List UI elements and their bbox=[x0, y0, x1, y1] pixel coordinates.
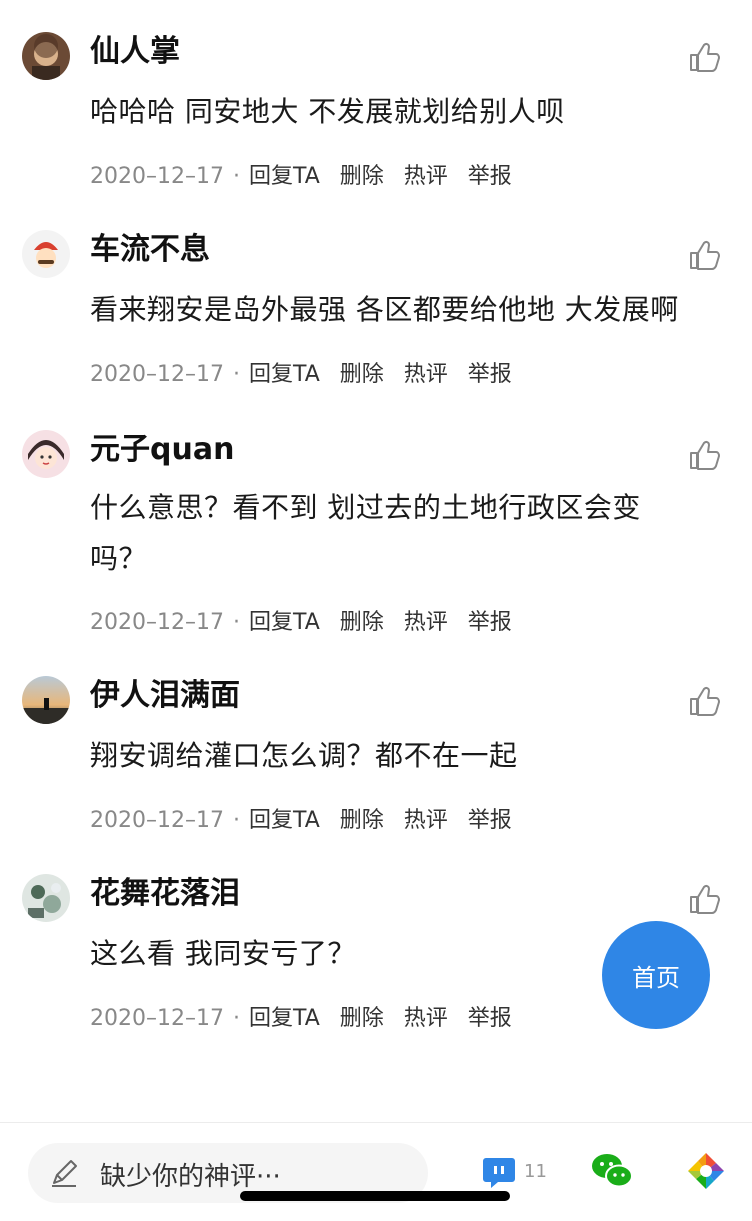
bottom-bar: 缺少你的神评··· 11 bbox=[0, 1122, 752, 1221]
report-button[interactable]: 举报 bbox=[468, 362, 512, 387]
report-button[interactable]: 举报 bbox=[468, 1006, 512, 1031]
comment-meta: 2020–12–17 · 回复TA 删除 热评 举报 bbox=[90, 360, 532, 390]
avatar[interactable] bbox=[22, 874, 70, 922]
home-button-label: 首页 bbox=[632, 963, 680, 992]
comment-text: 看来翔安是岛外最强 各区都要给他地 大发展啊 bbox=[90, 293, 679, 326]
report-button[interactable]: 举报 bbox=[468, 164, 512, 189]
reply-button[interactable]: 回复TA bbox=[249, 808, 320, 833]
avatar[interactable] bbox=[22, 230, 70, 278]
hot-comment-button[interactable]: 热评 bbox=[404, 164, 448, 189]
username[interactable]: 仙人掌 bbox=[90, 30, 180, 74]
wechat-icon[interactable] bbox=[590, 1151, 634, 1191]
reply-button[interactable]: 回复TA bbox=[249, 610, 320, 635]
avatar[interactable] bbox=[22, 430, 70, 478]
comment-date: 2020–12–17 bbox=[90, 164, 224, 189]
meta-separator: · bbox=[232, 164, 240, 189]
home-indicator bbox=[240, 1191, 510, 1201]
thumbs-up-icon[interactable] bbox=[688, 40, 722, 74]
hot-comment-button[interactable]: 热评 bbox=[404, 362, 448, 387]
comment-text: 翔安调给灌口怎么调？都不在一起 bbox=[90, 739, 518, 772]
thumbs-up-icon[interactable] bbox=[688, 882, 722, 916]
delete-button[interactable]: 删除 bbox=[340, 808, 384, 833]
hot-comment-button[interactable]: 热评 bbox=[404, 610, 448, 635]
meta-separator: · bbox=[232, 808, 240, 833]
moments-icon[interactable] bbox=[686, 1151, 726, 1191]
comments-icon[interactable] bbox=[482, 1155, 516, 1189]
comment-input-placeholder: 缺少你的神评··· bbox=[100, 1162, 281, 1192]
thumbs-up-icon[interactable] bbox=[688, 684, 722, 718]
username[interactable]: 伊人泪满面 bbox=[90, 674, 240, 718]
hot-comment-button[interactable]: 热评 bbox=[404, 808, 448, 833]
comment-meta: 2020–12–17 · 回复TA 删除 热评 举报 bbox=[90, 1004, 532, 1034]
reply-button[interactable]: 回复TA bbox=[249, 1006, 320, 1031]
username[interactable]: 花舞花落泪 bbox=[90, 872, 240, 916]
comment-text: 哈哈哈 同安地大 不发展就划给别人呗 bbox=[90, 95, 565, 128]
reply-button[interactable]: 回复TA bbox=[249, 362, 320, 387]
home-button[interactable]: 首页 bbox=[602, 921, 710, 1029]
comment-date: 2020–12–17 bbox=[90, 1006, 224, 1031]
pencil-icon bbox=[52, 1160, 77, 1187]
delete-button[interactable]: 删除 bbox=[340, 164, 384, 189]
comment-date: 2020–12–17 bbox=[90, 808, 224, 833]
meta-separator: · bbox=[232, 610, 240, 635]
delete-button[interactable]: 删除 bbox=[340, 610, 384, 635]
comment-meta: 2020–12–17 · 回复TA 删除 热评 举报 bbox=[90, 162, 532, 192]
meta-separator: · bbox=[232, 1006, 240, 1031]
comment-meta: 2020–12–17 · 回复TA 删除 热评 举报 bbox=[90, 608, 532, 638]
avatar[interactable] bbox=[22, 32, 70, 80]
comment-date: 2020–12–17 bbox=[90, 362, 224, 387]
username[interactable]: 元子quan bbox=[90, 428, 234, 472]
report-button[interactable]: 举报 bbox=[468, 808, 512, 833]
username[interactable]: 车流不息 bbox=[90, 228, 210, 272]
comment-count: 11 bbox=[524, 1161, 547, 1182]
comment-meta: 2020–12–17 · 回复TA 删除 热评 举报 bbox=[90, 806, 532, 836]
hot-comment-button[interactable]: 热评 bbox=[404, 1006, 448, 1031]
meta-separator: · bbox=[232, 362, 240, 387]
delete-button[interactable]: 删除 bbox=[340, 362, 384, 387]
comment-text: 什么意思？看不到 划过去的土地行政区会变吗？ bbox=[90, 491, 641, 575]
thumbs-up-icon[interactable] bbox=[688, 238, 722, 272]
thumbs-up-icon[interactable] bbox=[688, 438, 722, 472]
comment-date: 2020–12–17 bbox=[90, 610, 224, 635]
report-button[interactable]: 举报 bbox=[468, 610, 512, 635]
avatar[interactable] bbox=[22, 676, 70, 724]
delete-button[interactable]: 删除 bbox=[340, 1006, 384, 1031]
reply-button[interactable]: 回复TA bbox=[249, 164, 320, 189]
